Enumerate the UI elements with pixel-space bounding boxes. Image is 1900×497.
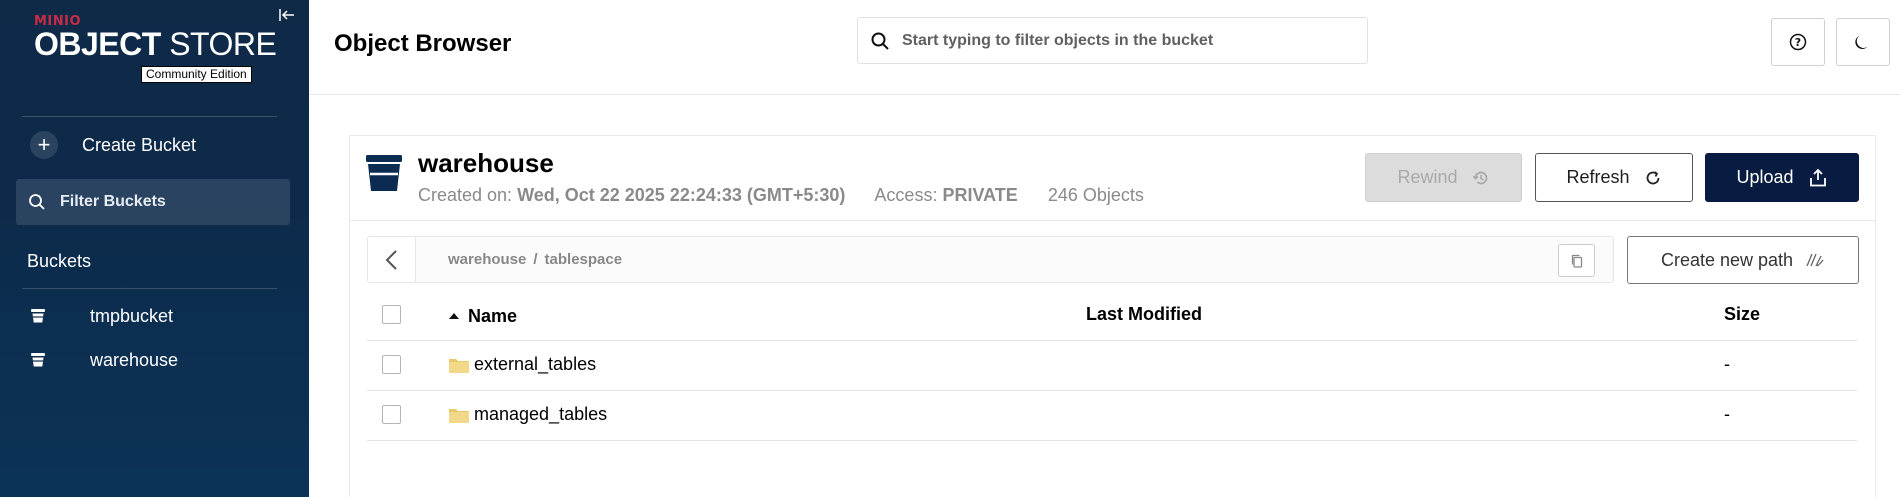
table-header-divider	[367, 340, 1857, 341]
sidebar: MINIO OBJECT STORE Community Edition + C…	[0, 0, 309, 497]
sidebar-bucket-tmpbucket[interactable]: tmpbucket	[30, 301, 280, 331]
collapse-sidebar-icon[interactable]	[278, 6, 296, 24]
row-size-text: -	[1724, 404, 1730, 424]
create-new-path-button[interactable]: Create new path	[1627, 236, 1859, 284]
upload-button[interactable]: Upload	[1705, 153, 1859, 202]
object-search-input[interactable]	[902, 31, 1342, 50]
breadcrumb: warehouse / tablespace	[448, 251, 622, 268]
breadcrumb-bar: warehouse / tablespace	[367, 236, 1614, 283]
column-header-name[interactable]: Name	[448, 304, 517, 327]
search-icon	[871, 32, 889, 50]
edition-badge: Community Edition	[141, 66, 252, 83]
refresh-icon	[1644, 169, 1662, 187]
product-title: OBJECT STORE	[34, 26, 277, 62]
upload-label: Upload	[1736, 167, 1794, 187]
history-icon	[1472, 169, 1490, 187]
upload-icon	[1808, 168, 1828, 188]
copy-path-button[interactable]	[1558, 244, 1595, 277]
refresh-button[interactable]: Refresh	[1535, 153, 1693, 202]
dark-mode-button[interactable]	[1836, 18, 1890, 66]
create-bucket-label: Create Bucket	[82, 134, 197, 155]
bucket-icon	[31, 309, 45, 323]
moon-icon	[1855, 35, 1868, 49]
sidebar-divider	[22, 116, 277, 117]
created-value: Wed, Oct 22 2025 22:24:33 (GMT+5:30)	[517, 185, 846, 205]
new-path-icon	[1805, 252, 1825, 268]
table-row[interactable]: managed_tables	[448, 404, 607, 425]
bucket-title: warehouse	[418, 148, 554, 178]
bucket-meta: Created on: Wed, Oct 22 2025 22:24:33 (G…	[418, 185, 1144, 206]
access-label: Access:	[874, 185, 943, 205]
bucket-icon	[31, 353, 45, 367]
page-title: Object Browser	[334, 30, 512, 57]
help-icon: ?	[1789, 33, 1807, 51]
plus-icon: +	[30, 131, 58, 159]
row-checkbox[interactable]	[382, 405, 401, 424]
breadcrumb-item[interactable]: tablespace	[545, 251, 623, 268]
column-name-label: Name	[468, 306, 518, 326]
row-name-text: managed_tables	[474, 404, 608, 424]
breadcrumb-item[interactable]: warehouse	[448, 251, 526, 268]
rewind-button[interactable]: Rewind	[1365, 153, 1522, 202]
bucket-name: tmpbucket	[90, 305, 174, 326]
copy-icon	[1571, 254, 1582, 268]
select-all-checkbox[interactable]	[382, 305, 401, 324]
back-button[interactable]	[368, 237, 416, 282]
sort-asc-icon	[448, 304, 460, 325]
refresh-label: Refresh	[1566, 167, 1630, 187]
object-count: 246 Objects	[1047, 185, 1144, 205]
column-header-size[interactable]: Size	[1724, 304, 1760, 325]
minio-logo[interactable]: MINIO OBJECT STORE Community Edition	[34, 14, 277, 83]
row-size-text: -	[1724, 354, 1730, 374]
column-header-last-modified[interactable]: Last Modified	[1086, 304, 1202, 325]
breadcrumb-separator: /	[533, 251, 538, 268]
access-value: PRIVATE	[942, 185, 1018, 205]
filter-buckets-input[interactable]: Filter Buckets	[16, 179, 290, 225]
sidebar-divider	[22, 288, 277, 289]
table-row[interactable]: external_tables	[448, 354, 596, 375]
row-checkbox[interactable]	[382, 355, 401, 374]
sidebar-bucket-warehouse[interactable]: warehouse	[30, 345, 280, 375]
header-divider	[309, 94, 1900, 95]
folder-icon	[448, 356, 470, 374]
help-button[interactable]: ?	[1771, 18, 1825, 66]
svg-text:?: ?	[1795, 36, 1801, 49]
search-icon	[29, 194, 45, 210]
object-search-box[interactable]	[857, 17, 1368, 64]
chevron-left-icon	[385, 249, 397, 270]
folder-icon	[448, 406, 470, 424]
buckets-heading: Buckets	[27, 251, 92, 271]
filter-buckets-label: Filter Buckets	[60, 193, 166, 210]
created-label: Created on:	[418, 185, 518, 205]
row-divider	[367, 390, 1857, 391]
rewind-label: Rewind	[1397, 167, 1458, 187]
panel-divider	[349, 220, 1876, 221]
row-divider	[367, 440, 1857, 441]
create-bucket-button[interactable]: + Create Bucket	[22, 128, 277, 162]
bucket-name: warehouse	[90, 349, 179, 370]
create-new-path-label: Create new path	[1660, 249, 1794, 270]
bucket-icon	[365, 154, 403, 192]
row-name-text: external_tables	[474, 354, 597, 374]
